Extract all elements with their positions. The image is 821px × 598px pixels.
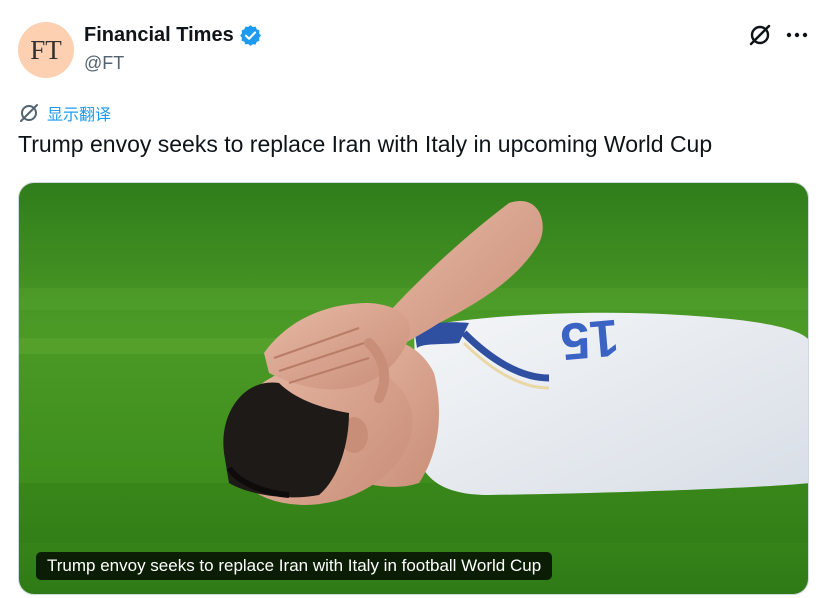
show-translation-label: 显示翻译: [47, 105, 112, 124]
translate-slash-circle-icon: [20, 104, 38, 122]
author-handle[interactable]: @FT: [84, 53, 124, 74]
tweet-text: Trump envoy seeks to replace Iran with I…: [18, 131, 713, 157]
verified-badge-icon[interactable]: [239, 24, 262, 47]
jersey-number: 15: [558, 308, 621, 371]
grok-slash-circle-icon[interactable]: [747, 22, 773, 48]
football-player-photo: 15: [19, 183, 808, 594]
show-translation-button[interactable]: 显示翻译: [18, 101, 111, 125]
author-avatar[interactable]: FT: [18, 22, 74, 78]
more-options-button[interactable]: [784, 24, 810, 46]
avatar-logo-text: FT: [30, 34, 62, 65]
tweet-media-photo[interactable]: 15 Trump envoy seeks to replace Iran wit…: [18, 182, 809, 595]
author-name-row: Financial Times: [84, 24, 262, 47]
tweet-card: FT Financial Times @FT 显示翻译 Trump envoy …: [0, 0, 821, 598]
media-caption: Trump envoy seeks to replace Iran with I…: [36, 552, 553, 580]
more-horizontal-icon: [786, 32, 808, 38]
author-display-name[interactable]: Financial Times: [84, 24, 234, 47]
